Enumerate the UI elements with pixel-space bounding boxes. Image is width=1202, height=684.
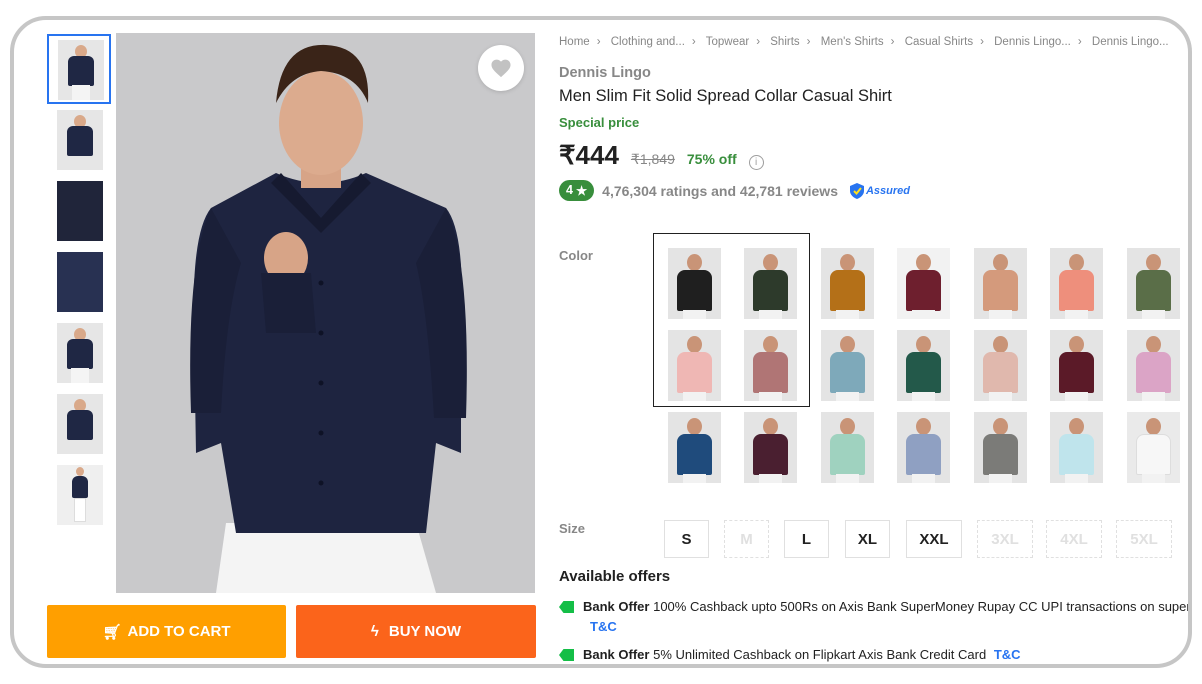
buy-now-label: BUY NOW xyxy=(388,623,462,640)
thumbnail-4[interactable] xyxy=(47,247,111,317)
brand-name[interactable]: Dennis Lingo xyxy=(559,65,651,81)
color-swatch[interactable] xyxy=(974,248,1027,319)
assured-badge: Assured xyxy=(849,182,911,199)
wishlist-button[interactable] xyxy=(478,45,524,91)
color-swatch[interactable] xyxy=(1050,412,1103,483)
size-option-s[interactable]: S xyxy=(664,520,709,558)
offer-text: 5% Unlimited Cashback on Flipkart Axis B… xyxy=(653,647,987,662)
color-swatch[interactable] xyxy=(821,330,874,401)
original-price: ₹1,849 xyxy=(630,151,675,167)
color-swatch[interactable] xyxy=(821,248,874,319)
breadcrumb: Home › Clothing and... › Topwear › Shirts › … xyxy=(559,36,1169,48)
rating-badge[interactable]: 4 ★ xyxy=(559,180,595,201)
size-option-xl[interactable]: XL xyxy=(845,520,890,558)
offer-tc-row: T&C xyxy=(590,619,617,634)
breadcrumb-item[interactable]: Clothing and... xyxy=(611,36,685,48)
heart-icon xyxy=(491,59,511,78)
offer-type: Bank Offer xyxy=(583,599,650,614)
color-swatch[interactable] xyxy=(1050,248,1103,319)
size-option-xxl[interactable]: XXL xyxy=(906,520,962,558)
rating-row: 4 ★ 4,76,304 ratings and 42,781 reviews … xyxy=(559,180,910,201)
offer-type: Bank Offer xyxy=(583,647,650,662)
offers-heading: Available offers xyxy=(559,568,671,585)
offer-item: Bank Offer 100% Cashback upto 500Rs on A… xyxy=(559,599,1191,614)
color-label: Color xyxy=(559,248,593,263)
color-swatch[interactable] xyxy=(1127,248,1180,319)
size-option-4xl: 4XL xyxy=(1046,520,1102,558)
terms-link[interactable]: T&C xyxy=(590,619,617,634)
info-icon[interactable]: i xyxy=(748,155,764,170)
color-swatch[interactable] xyxy=(897,248,950,319)
offer-tag-icon xyxy=(559,649,574,661)
color-swatch[interactable] xyxy=(744,330,797,401)
color-swatch[interactable] xyxy=(668,412,721,483)
size-option-3xl: 3XL xyxy=(977,520,1033,558)
size-label: Size xyxy=(559,521,586,536)
thumbnail-2[interactable] xyxy=(47,105,111,175)
color-swatch[interactable] xyxy=(1050,330,1103,401)
thumbnail-7[interactable] xyxy=(47,460,111,530)
buy-now-button[interactable]: ϟ BUY NOW xyxy=(296,605,536,658)
color-swatch[interactable] xyxy=(744,412,797,483)
device-frame: 🛒︎ ADD TO CART ϟ BUY NOW Home › Clothing … xyxy=(10,16,1192,668)
color-swatch[interactable] xyxy=(1127,330,1180,401)
thumbnail-5[interactable] xyxy=(47,318,111,388)
color-swatch[interactable] xyxy=(821,412,874,483)
thumbnail-1[interactable] xyxy=(47,34,111,104)
color-swatch[interactable] xyxy=(1127,412,1180,483)
add-to-cart-button[interactable]: 🛒︎ ADD TO CART xyxy=(47,605,286,658)
terms-link[interactable]: T&C xyxy=(994,647,1021,662)
breadcrumb-item[interactable]: Men's Shirts xyxy=(821,36,884,48)
model-illustration xyxy=(116,33,535,593)
offer-text: 100% Cashback upto 500Rs on Axis Bank Su… xyxy=(653,599,1191,614)
star-icon: ★ xyxy=(575,184,588,198)
color-swatch[interactable] xyxy=(974,412,1027,483)
lightning-icon: ϟ xyxy=(370,623,379,640)
price-row: ₹444 ₹1,849 75% off i xyxy=(559,140,764,171)
ratings-count[interactable]: 4,76,304 ratings and 42,781 reviews xyxy=(602,183,838,199)
color-swatch[interactable] xyxy=(744,248,797,319)
price: ₹444 xyxy=(559,140,619,170)
product-image[interactable] xyxy=(116,33,535,593)
color-swatch[interactable] xyxy=(897,330,950,401)
add-to-cart-label: ADD TO CART xyxy=(127,623,231,640)
cart-icon: 🛒︎ xyxy=(102,623,122,641)
assured-shield-icon xyxy=(849,182,864,199)
size-option-m: M xyxy=(724,520,769,558)
color-swatch[interactable] xyxy=(668,330,721,401)
color-swatch[interactable] xyxy=(897,412,950,483)
offer-item: Bank Offer 5% Unlimited Cashback on Flip… xyxy=(559,647,1021,662)
breadcrumb-item[interactable]: Dennis Lingo... xyxy=(1092,36,1169,48)
color-swatch[interactable] xyxy=(668,248,721,319)
breadcrumb-item[interactable]: Topwear xyxy=(706,36,749,48)
product-title: Men Slim Fit Solid Spread Collar Casual … xyxy=(559,87,892,105)
breadcrumb-item[interactable]: Shirts xyxy=(770,36,799,48)
size-option-l[interactable]: L xyxy=(784,520,829,558)
discount: 75% off xyxy=(686,151,737,167)
color-swatch[interactable] xyxy=(974,330,1027,401)
breadcrumb-item[interactable]: Home xyxy=(559,36,590,48)
breadcrumb-item[interactable]: Dennis Lingo... xyxy=(994,36,1071,48)
assured-label: Assured xyxy=(865,184,911,197)
breadcrumb-item[interactable]: Casual Shirts xyxy=(905,36,973,48)
offer-tag-icon xyxy=(559,601,574,613)
special-price-label: Special price xyxy=(559,115,640,130)
thumbnail-6[interactable] xyxy=(47,389,111,459)
rating-value: 4 xyxy=(566,183,573,197)
thumbnail-3[interactable] xyxy=(47,176,111,246)
size-option-5xl: 5XL xyxy=(1116,520,1172,558)
